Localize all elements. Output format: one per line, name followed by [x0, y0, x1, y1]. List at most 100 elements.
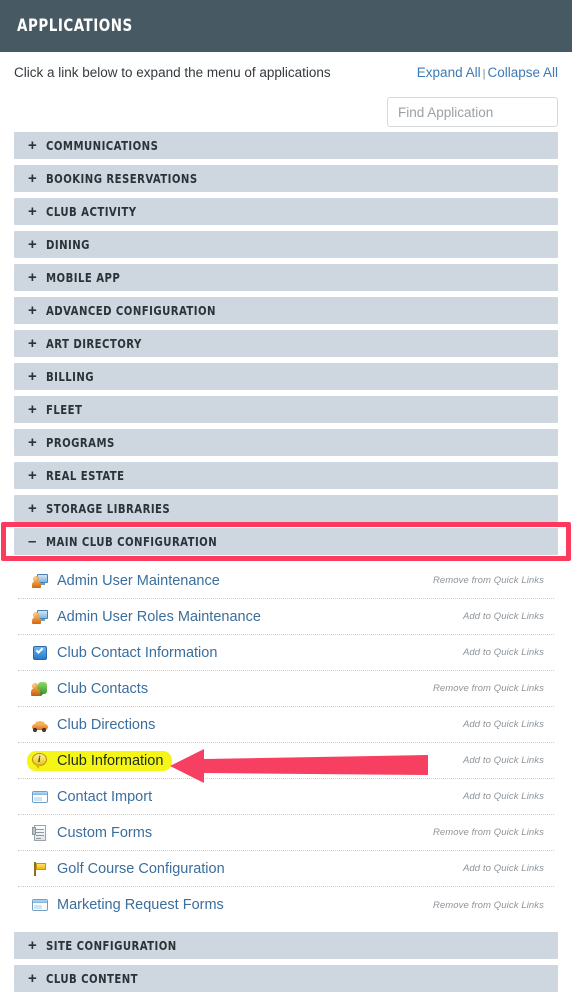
plus-icon: +	[28, 302, 37, 319]
people-group-icon	[31, 681, 48, 697]
search-row	[0, 92, 572, 132]
expand-all-link[interactable]: Expand All	[417, 65, 481, 80]
application-row: Custom Forms Remove from Quick Links	[18, 815, 554, 851]
application-row: Club Contact Information Add to Quick Lin…	[18, 635, 554, 671]
application-name-link[interactable]: Custom Forms	[57, 825, 152, 841]
application-row: Admin User Roles Maintenance Add to Quick…	[18, 599, 554, 635]
application-name-link[interactable]: Marketing Request Forms	[57, 897, 224, 913]
plus-icon: +	[28, 203, 37, 220]
application-link-group[interactable]: Contact Import	[32, 789, 152, 805]
section-label: BOOKING RESERVATIONS	[46, 171, 198, 186]
section-header-fleet[interactable]: + FLEET	[14, 396, 558, 423]
quick-links-toggle[interactable]: Remove from Quick Links	[433, 827, 544, 838]
section-header-advanced-configuration[interactable]: + ADVANCED CONFIGURATION	[14, 297, 558, 324]
blue-check-icon	[32, 645, 48, 661]
applications-accordion: + COMMUNICATIONS + BOOKING RESERVATIONS + CLU…	[0, 132, 572, 992]
collapsed-sections-top: + COMMUNICATIONS + BOOKING RESERVATIONS + CLU…	[14, 132, 558, 522]
section-header-site-configuration[interactable]: + SITE CONFIGURATION	[14, 932, 558, 959]
quick-links-toggle[interactable]: Add to Quick Links	[463, 647, 544, 658]
page-header-bar: APPLICATIONS	[0, 0, 572, 52]
application-link-group[interactable]: Golf Course Configuration	[32, 861, 225, 877]
application-name-link[interactable]: Admin User Roles Maintenance	[57, 609, 261, 625]
plus-icon: +	[28, 170, 37, 187]
plus-icon: +	[28, 137, 37, 154]
quick-links-toggle[interactable]: Remove from Quick Links	[433, 575, 544, 586]
application-list: Admin User Maintenance Remove from Quick …	[14, 563, 558, 923]
collapsed-sections-bottom: + SITE CONFIGURATION + CLUB CONTENT	[14, 932, 558, 992]
section-header-club-activity[interactable]: + CLUB ACTIVITY	[14, 198, 558, 225]
find-application-input[interactable]	[387, 97, 558, 127]
section-header-communications[interactable]: + COMMUNICATIONS	[14, 132, 558, 159]
section-header-club-content[interactable]: + CLUB CONTENT	[14, 965, 558, 992]
application-link-group[interactable]: Custom Forms	[32, 824, 152, 841]
quick-links-toggle[interactable]: Add to Quick Links	[463, 755, 544, 766]
application-name-link[interactable]: Club Contact Information	[57, 645, 217, 661]
section-header-main-club-configuration[interactable]: – MAIN CLUB CONFIGURATION	[1, 522, 571, 561]
section-label: CLUB CONTENT	[46, 971, 139, 986]
window-icon	[32, 897, 48, 913]
section-header-storage-libraries[interactable]: + STORAGE LIBRARIES	[14, 495, 558, 522]
section-label: MOBILE APP	[46, 270, 121, 285]
expand-collapse-links: Expand All | Collapse All	[417, 65, 558, 80]
flag-icon	[32, 861, 48, 877]
section-label: MAIN CLUB CONFIGURATION	[46, 534, 218, 549]
section-header-booking-reservations[interactable]: + BOOKING RESERVATIONS	[14, 165, 558, 192]
plus-icon: +	[28, 335, 37, 352]
section-header-dining[interactable]: + DINING	[14, 231, 558, 258]
section-label: REAL ESTATE	[46, 468, 125, 483]
section-label: CLUB ACTIVITY	[46, 204, 137, 219]
section-label: ADVANCED CONFIGURATION	[46, 303, 216, 318]
application-name-link[interactable]: Club Contacts	[57, 681, 148, 697]
application-link-group[interactable]: Admin User Maintenance	[32, 573, 220, 589]
quick-links-toggle[interactable]: Add to Quick Links	[463, 791, 544, 802]
quick-links-toggle[interactable]: Remove from Quick Links	[433, 900, 544, 911]
plus-icon: +	[28, 434, 37, 451]
section-label: PROGRAMS	[46, 435, 115, 450]
plus-icon: +	[28, 269, 37, 286]
quick-links-toggle[interactable]: Add to Quick Links	[463, 863, 544, 874]
application-row: Contact Import Add to Quick Links	[18, 779, 554, 815]
plus-icon: +	[28, 236, 37, 253]
plus-icon: +	[28, 937, 37, 954]
plus-icon: +	[28, 467, 37, 484]
quick-links-toggle[interactable]: Add to Quick Links	[463, 719, 544, 730]
application-link-group[interactable]: i Club Information	[27, 750, 173, 771]
application-row: Golf Course Configuration Add to Quick Li…	[18, 851, 554, 887]
application-name-link[interactable]: Club Information	[57, 753, 163, 769]
collapse-all-link[interactable]: Collapse All	[487, 65, 558, 80]
application-row: Club Directions Add to Quick Links	[18, 707, 554, 743]
section-header-art-directory[interactable]: + ART DIRECTORY	[14, 330, 558, 357]
section-label: BILLING	[46, 369, 95, 384]
intro-row: Click a link below to expand the menu of…	[0, 52, 572, 92]
section-label: STORAGE LIBRARIES	[46, 501, 171, 516]
application-link-group[interactable]: Marketing Request Forms	[32, 897, 224, 913]
application-row: Marketing Request Forms Remove from Quick…	[18, 887, 554, 923]
application-link-group[interactable]: Club Directions	[32, 717, 155, 733]
info-bubble-icon: i	[32, 752, 48, 769]
application-row: i Club Information Add to Quick Links	[18, 743, 554, 779]
window-icon	[32, 789, 48, 805]
application-link-group[interactable]: Club Contact Information	[32, 645, 217, 661]
section-label: ART DIRECTORY	[46, 336, 142, 351]
section-header-mobile-app[interactable]: + MOBILE APP	[14, 264, 558, 291]
plus-icon: +	[28, 970, 37, 987]
section-header-billing[interactable]: + BILLING	[14, 363, 558, 390]
section-header-real-estate[interactable]: + REAL ESTATE	[14, 462, 558, 489]
section-header-programs[interactable]: + PROGRAMS	[14, 429, 558, 456]
section-label: DINING	[46, 237, 90, 252]
application-link-group[interactable]: Admin User Roles Maintenance	[32, 609, 261, 625]
quick-links-toggle[interactable]: Add to Quick Links	[463, 611, 544, 622]
quick-links-toggle[interactable]: Remove from Quick Links	[433, 683, 544, 694]
plus-icon: +	[28, 500, 37, 517]
section-label: COMMUNICATIONS	[46, 138, 159, 153]
plus-icon: +	[28, 368, 37, 385]
application-link-group[interactable]: Club Contacts	[31, 681, 148, 697]
plus-icon: +	[28, 401, 37, 418]
user-monitor-icon	[32, 609, 48, 625]
applications-page: APPLICATIONS Click a link below to expan…	[0, 0, 572, 1004]
application-name-link[interactable]: Club Directions	[57, 717, 155, 733]
application-name-link[interactable]: Contact Import	[57, 789, 152, 805]
application-name-link[interactable]: Admin User Maintenance	[57, 573, 220, 589]
application-name-link[interactable]: Golf Course Configuration	[57, 861, 225, 877]
application-row: Club Contacts Remove from Quick Links	[18, 671, 554, 707]
